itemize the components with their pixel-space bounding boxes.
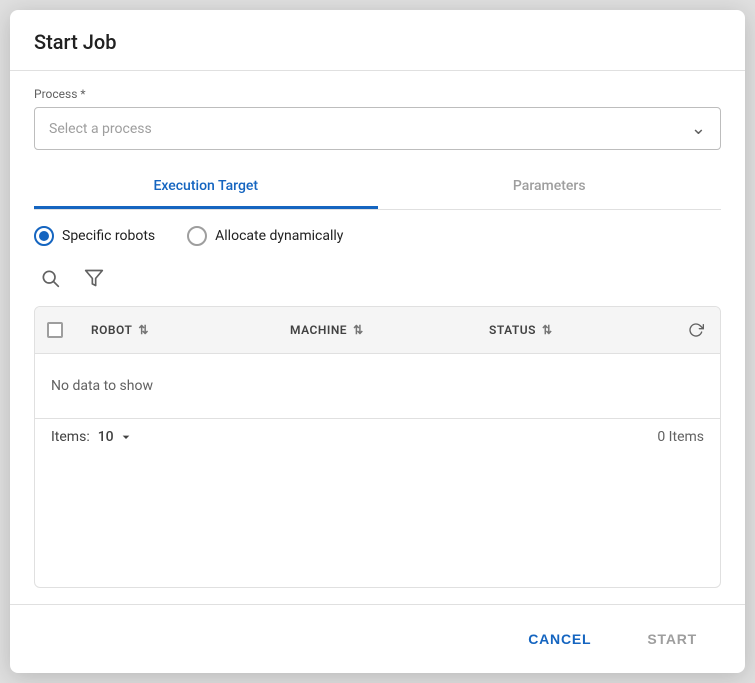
table-footer: Items: 10 0 Items	[35, 418, 720, 455]
status-sort-icon[interactable]	[542, 323, 553, 337]
items-per-page-value: 10	[98, 429, 114, 445]
refresh-icon[interactable]	[688, 319, 704, 341]
radio-specific-robots-label: Specific robots	[62, 228, 155, 244]
th-status: STATUS	[473, 307, 672, 353]
dialog-header: Start Job	[10, 10, 745, 71]
radio-specific-robots-button[interactable]	[34, 226, 54, 246]
process-select-placeholder: Select a process	[49, 121, 152, 137]
cancel-button[interactable]: CANCEL	[504, 621, 615, 657]
table-body: No data to show	[35, 354, 720, 418]
start-job-dialog: Start Job Process * Select a process ⌄ E…	[10, 10, 745, 673]
process-label: Process *	[34, 87, 721, 101]
total-items-count: 0 Items	[657, 429, 704, 445]
th-robot: ROBOT	[75, 307, 274, 353]
radio-allocate-dynamically-label: Allocate dynamically	[215, 228, 343, 244]
th-refresh	[672, 307, 720, 353]
filter-button[interactable]	[78, 262, 110, 294]
filter-icon	[84, 268, 104, 288]
items-label: Items:	[51, 429, 90, 445]
items-per-page-section: Items: 10	[51, 429, 134, 445]
th-machine: MACHINE	[274, 307, 473, 353]
start-button[interactable]: START	[623, 621, 721, 657]
chevron-down-icon: ⌄	[691, 118, 706, 139]
radio-allocate-dynamically[interactable]: Allocate dynamically	[187, 226, 343, 246]
search-icon	[40, 268, 60, 288]
tab-execution-target[interactable]: Execution Target	[34, 166, 378, 209]
process-select[interactable]: Select a process ⌄	[34, 107, 721, 150]
toolbar	[34, 262, 721, 294]
tab-parameters[interactable]: Parameters	[378, 166, 722, 209]
radio-allocate-dynamically-button[interactable]	[187, 226, 207, 246]
tabs-container: Execution Target Parameters	[34, 166, 721, 210]
items-dropdown-chevron-icon	[118, 429, 134, 445]
process-section: Process * Select a process ⌄	[34, 87, 721, 150]
machine-sort-icon[interactable]	[353, 323, 364, 337]
th-checkbox	[35, 307, 75, 353]
radio-group: Specific robots Allocate dynamically	[34, 226, 721, 246]
radio-specific-robots-inner	[39, 231, 49, 241]
dialog-footer: CANCEL START	[10, 604, 745, 673]
items-per-page-dropdown[interactable]: 10	[98, 429, 134, 445]
dialog-body: Process * Select a process ⌄ Execution T…	[10, 71, 745, 588]
search-button[interactable]	[34, 262, 66, 294]
dialog-title: Start Job	[34, 30, 721, 54]
table-header: ROBOT MACHINE STATUS	[35, 307, 720, 354]
robot-sort-icon[interactable]	[138, 323, 149, 337]
no-data-message: No data to show	[35, 354, 720, 418]
robots-table: ROBOT MACHINE STATUS	[34, 306, 721, 588]
select-all-checkbox[interactable]	[47, 322, 63, 338]
radio-specific-robots[interactable]: Specific robots	[34, 226, 155, 246]
